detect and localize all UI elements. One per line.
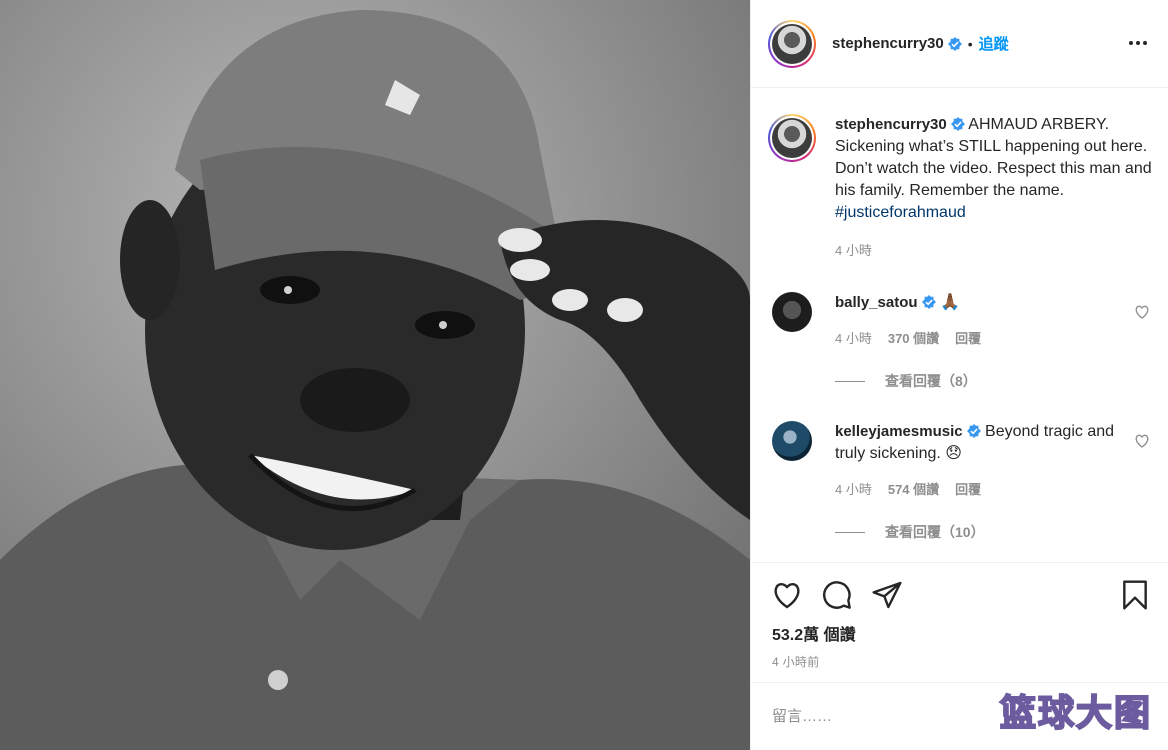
commenter-avatar[interactable]	[772, 292, 812, 332]
likes-count[interactable]: 53.2萬 個讚	[772, 621, 856, 645]
share-icon[interactable]	[871, 579, 903, 611]
follow-button[interactable]: 追蹤	[979, 33, 1009, 54]
view-replies-label: 查看回覆（8）	[885, 373, 977, 389]
comment-heart-icon[interactable]	[1134, 433, 1150, 449]
post-timestamp: 4 小時前	[772, 655, 820, 669]
view-replies-button[interactable]: 查看回覆（8）	[835, 371, 1162, 391]
divider-line	[835, 380, 865, 382]
post-photo[interactable]	[0, 0, 750, 750]
more-options-icon[interactable]	[1128, 36, 1148, 50]
comment-reply-button[interactable]: 回覆	[955, 479, 981, 498]
comment-likes-count[interactable]: 574 個讚	[888, 479, 939, 498]
comment-username[interactable]: kelleyjamesmusic	[835, 423, 963, 440]
verified-badge-icon	[947, 36, 962, 51]
comment-item: bally_satou 🙏🏾 4 小時 370 個讚 回覆 查看回覆（8）	[772, 292, 1162, 391]
caption-timestamp: 4 小時	[835, 243, 872, 258]
comment-likes-count[interactable]: 370 個讚	[888, 328, 939, 347]
watermark-text: 篮球大图	[999, 692, 1152, 735]
post-caption: stephencurry30 AHMAUD ARBERY. Sickening …	[768, 114, 1158, 262]
author-avatar[interactable]	[768, 19, 816, 68]
comment-text: 🙏🏾	[935, 294, 960, 311]
post-actions: 53.2萬 個讚 4 小時前	[751, 562, 1168, 682]
comment-heart-icon[interactable]	[1134, 304, 1150, 320]
caption-author-avatar[interactable]	[768, 114, 816, 162]
author-username[interactable]: stephencurry30	[832, 35, 944, 52]
comment-timestamp: 4 小時	[835, 331, 872, 346]
verified-badge-icon	[921, 295, 936, 309]
comment-icon[interactable]	[821, 579, 853, 611]
commenter-avatar[interactable]	[772, 421, 812, 461]
post-header: stephencurry30 • 追蹤	[751, 0, 1168, 88]
divider-line	[835, 531, 865, 533]
comment-username[interactable]: bally_satou	[835, 294, 918, 311]
post-side-panel: stephencurry30 • 追蹤 stephencurry30 AHMAU…	[750, 0, 1168, 750]
portrait-illustration	[0, 0, 750, 750]
view-replies-label: 查看回覆（10）	[885, 524, 985, 540]
like-heart-icon[interactable]	[771, 579, 803, 611]
caption-username[interactable]: stephencurry30	[835, 116, 947, 133]
verified-badge-icon	[950, 117, 965, 131]
verified-badge-icon	[966, 424, 981, 438]
bookmark-icon[interactable]	[1119, 579, 1151, 611]
view-replies-button[interactable]: 查看回覆（10）	[835, 522, 1162, 542]
comment-item: kelleyjamesmusic Beyond tragic and truly…	[772, 421, 1162, 542]
separator-dot: •	[967, 35, 973, 52]
comment-reply-button[interactable]: 回覆	[955, 328, 981, 347]
caption-hashtag-link[interactable]: #justiceforahmaud	[835, 204, 966, 221]
comment-input[interactable]	[772, 708, 972, 725]
comment-timestamp: 4 小時	[835, 482, 872, 497]
